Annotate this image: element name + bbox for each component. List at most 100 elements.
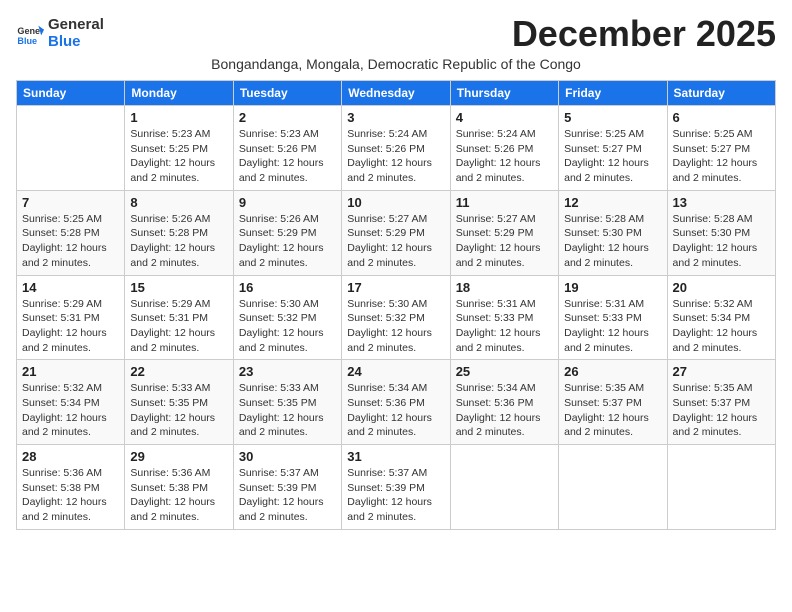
day-info: Sunrise: 5:25 AM Sunset: 5:28 PM Dayligh… — [22, 212, 119, 271]
calendar-cell: 19 Sunrise: 5:31 AM Sunset: 5:33 PM Dayli… — [559, 275, 667, 360]
day-number: 21 — [22, 364, 119, 379]
day-number: 9 — [239, 195, 336, 210]
calendar-cell: 24 Sunrise: 5:34 AM Sunset: 5:36 PM Dayli… — [342, 360, 450, 445]
day-info: Sunrise: 5:34 AM Sunset: 5:36 PM Dayligh… — [347, 381, 444, 440]
day-info: Sunrise: 5:35 AM Sunset: 5:37 PM Dayligh… — [564, 381, 661, 440]
calendar-cell: 29 Sunrise: 5:36 AM Sunset: 5:38 PM Dayli… — [125, 445, 233, 530]
day-number: 16 — [239, 280, 336, 295]
day-info: Sunrise: 5:25 AM Sunset: 5:27 PM Dayligh… — [673, 127, 770, 186]
calendar-cell: 6 Sunrise: 5:25 AM Sunset: 5:27 PM Daylig… — [667, 106, 775, 191]
day-number: 4 — [456, 110, 553, 125]
day-info: Sunrise: 5:27 AM Sunset: 5:29 PM Dayligh… — [347, 212, 444, 271]
day-number: 28 — [22, 449, 119, 464]
calendar-cell: 25Sunrise: 5:34 AM Sunset: 5:36 PM Dayli… — [450, 360, 558, 445]
day-number: 19 — [564, 280, 661, 295]
day-number: 20 — [673, 280, 770, 295]
day-info: Sunrise: 5:37 AM Sunset: 5:39 PM Dayligh… — [347, 466, 444, 525]
day-number: 29 — [130, 449, 227, 464]
calendar-cell — [559, 445, 667, 530]
day-number: 23 — [239, 364, 336, 379]
day-number: 25 — [456, 364, 553, 379]
day-number: 5 — [564, 110, 661, 125]
day-info: Sunrise: 5:33 AM Sunset: 5:35 PM Dayligh… — [239, 381, 336, 440]
day-info: Sunrise: 5:28 AM Sunset: 5:30 PM Dayligh… — [673, 212, 770, 271]
day-info: Sunrise: 5:37 AM Sunset: 5:39 PM Dayligh… — [239, 466, 336, 525]
day-info: Sunrise: 5:33 AM Sunset: 5:35 PM Dayligh… — [130, 381, 227, 440]
svg-text:Blue: Blue — [17, 35, 37, 45]
day-info: Sunrise: 5:29 AM Sunset: 5:31 PM Dayligh… — [22, 297, 119, 356]
day-info: Sunrise: 5:24 AM Sunset: 5:26 PM Dayligh… — [347, 127, 444, 186]
day-info: Sunrise: 5:26 AM Sunset: 5:29 PM Dayligh… — [239, 212, 336, 271]
calendar-cell: 31 Sunrise: 5:37 AM Sunset: 5:39 PM Dayli… — [342, 445, 450, 530]
day-number: 17 — [347, 280, 444, 295]
day-info: Sunrise: 5:27 AM Sunset: 5:29 PM Dayligh… — [456, 212, 553, 271]
day-number: 13 — [673, 195, 770, 210]
day-info: Sunrise: 5:36 AM Sunset: 5:38 PM Dayligh… — [22, 466, 119, 525]
calendar-cell: 8 Sunrise: 5:26 AM Sunset: 5:28 PM Daylig… — [125, 190, 233, 275]
day-header-saturday: Saturday — [667, 81, 775, 106]
day-number: 1 — [130, 110, 227, 125]
calendar-cell: 3 Sunrise: 5:24 AM Sunset: 5:26 PM Daylig… — [342, 106, 450, 191]
calendar-cell: 20Sunrise: 5:32 AM Sunset: 5:34 PM Dayli… — [667, 275, 775, 360]
day-number: 30 — [239, 449, 336, 464]
day-info: Sunrise: 5:26 AM Sunset: 5:28 PM Dayligh… — [130, 212, 227, 271]
calendar-cell: 2Sunrise: 5:23 AM Sunset: 5:26 PM Daylig… — [233, 106, 341, 191]
day-header-sunday: Sunday — [17, 81, 125, 106]
calendar-cell: 14 Sunrise: 5:29 AM Sunset: 5:31 PM Dayli… — [17, 275, 125, 360]
day-info: Sunrise: 5:30 AM Sunset: 5:32 PM Dayligh… — [347, 297, 444, 356]
day-number: 3 — [347, 110, 444, 125]
day-header-wednesday: Wednesday — [342, 81, 450, 106]
logo: General Blue General Blue — [16, 17, 104, 50]
day-number: 6 — [673, 110, 770, 125]
calendar-cell: 27 Sunrise: 5:35 AM Sunset: 5:37 PM Dayli… — [667, 360, 775, 445]
calendar-cell: 5 Sunrise: 5:25 AM Sunset: 5:27 PM Daylig… — [559, 106, 667, 191]
calendar-cell: 10 Sunrise: 5:27 AM Sunset: 5:29 PM Dayli… — [342, 190, 450, 275]
calendar-cell: 16 Sunrise: 5:30 AM Sunset: 5:32 PM Dayli… — [233, 275, 341, 360]
day-number: 31 — [347, 449, 444, 464]
page-subtitle: Bongandanga, Mongala, Democratic Republi… — [16, 56, 776, 72]
day-number: 12 — [564, 195, 661, 210]
day-number: 2 — [239, 110, 336, 125]
day-info: Sunrise: 5:35 AM Sunset: 5:37 PM Dayligh… — [673, 381, 770, 440]
logo-blue: Blue — [48, 34, 104, 51]
calendar-cell: 22Sunrise: 5:33 AM Sunset: 5:35 PM Dayli… — [125, 360, 233, 445]
day-number: 10 — [347, 195, 444, 210]
calendar-cell: 21 Sunrise: 5:32 AM Sunset: 5:34 PM Dayli… — [17, 360, 125, 445]
day-number: 24 — [347, 364, 444, 379]
calendar-cell — [450, 445, 558, 530]
calendar-cell: 28 Sunrise: 5:36 AM Sunset: 5:38 PM Dayli… — [17, 445, 125, 530]
calendar-cell: 1Sunrise: 5:23 AM Sunset: 5:25 PM Daylig… — [125, 106, 233, 191]
day-info: Sunrise: 5:25 AM Sunset: 5:27 PM Dayligh… — [564, 127, 661, 186]
day-info: Sunrise: 5:36 AM Sunset: 5:38 PM Dayligh… — [130, 466, 227, 525]
day-number: 8 — [130, 195, 227, 210]
day-info: Sunrise: 5:31 AM Sunset: 5:33 PM Dayligh… — [456, 297, 553, 356]
calendar-cell: 30 Sunrise: 5:37 AM Sunset: 5:39 PM Dayli… — [233, 445, 341, 530]
calendar-cell — [17, 106, 125, 191]
calendar-cell: 12 Sunrise: 5:28 AM Sunset: 5:30 PM Dayli… — [559, 190, 667, 275]
day-info: Sunrise: 5:31 AM Sunset: 5:33 PM Dayligh… — [564, 297, 661, 356]
day-info: Sunrise: 5:29 AM Sunset: 5:31 PM Dayligh… — [130, 297, 227, 356]
calendar-table: SundayMondayTuesdayWednesdayThursdayFrid… — [16, 80, 776, 530]
calendar-cell: 11 Sunrise: 5:27 AM Sunset: 5:29 PM Dayli… — [450, 190, 558, 275]
day-number: 7 — [22, 195, 119, 210]
day-number: 18 — [456, 280, 553, 295]
day-number: 27 — [673, 364, 770, 379]
calendar-cell: 4 Sunrise: 5:24 AM Sunset: 5:26 PM Daylig… — [450, 106, 558, 191]
day-info: Sunrise: 5:32 AM Sunset: 5:34 PM Dayligh… — [22, 381, 119, 440]
calendar-cell: 13 Sunrise: 5:28 AM Sunset: 5:30 PM Dayli… — [667, 190, 775, 275]
day-info: Sunrise: 5:28 AM Sunset: 5:30 PM Dayligh… — [564, 212, 661, 271]
calendar-cell: 23 Sunrise: 5:33 AM Sunset: 5:35 PM Dayli… — [233, 360, 341, 445]
day-number: 11 — [456, 195, 553, 210]
day-info: Sunrise: 5:30 AM Sunset: 5:32 PM Dayligh… — [239, 297, 336, 356]
day-number: 15 — [130, 280, 227, 295]
calendar-cell: 15 Sunrise: 5:29 AM Sunset: 5:31 PM Dayli… — [125, 275, 233, 360]
day-info: Sunrise: 5:24 AM Sunset: 5:26 PM Dayligh… — [456, 127, 553, 186]
day-number: 26 — [564, 364, 661, 379]
calendar-cell: 7 Sunrise: 5:25 AM Sunset: 5:28 PM Daylig… — [17, 190, 125, 275]
calendar-cell — [667, 445, 775, 530]
day-number: 14 — [22, 280, 119, 295]
day-header-monday: Monday — [125, 81, 233, 106]
day-header-thursday: Thursday — [450, 81, 558, 106]
day-header-friday: Friday — [559, 81, 667, 106]
calendar-cell: 26 Sunrise: 5:35 AM Sunset: 5:37 PM Dayli… — [559, 360, 667, 445]
